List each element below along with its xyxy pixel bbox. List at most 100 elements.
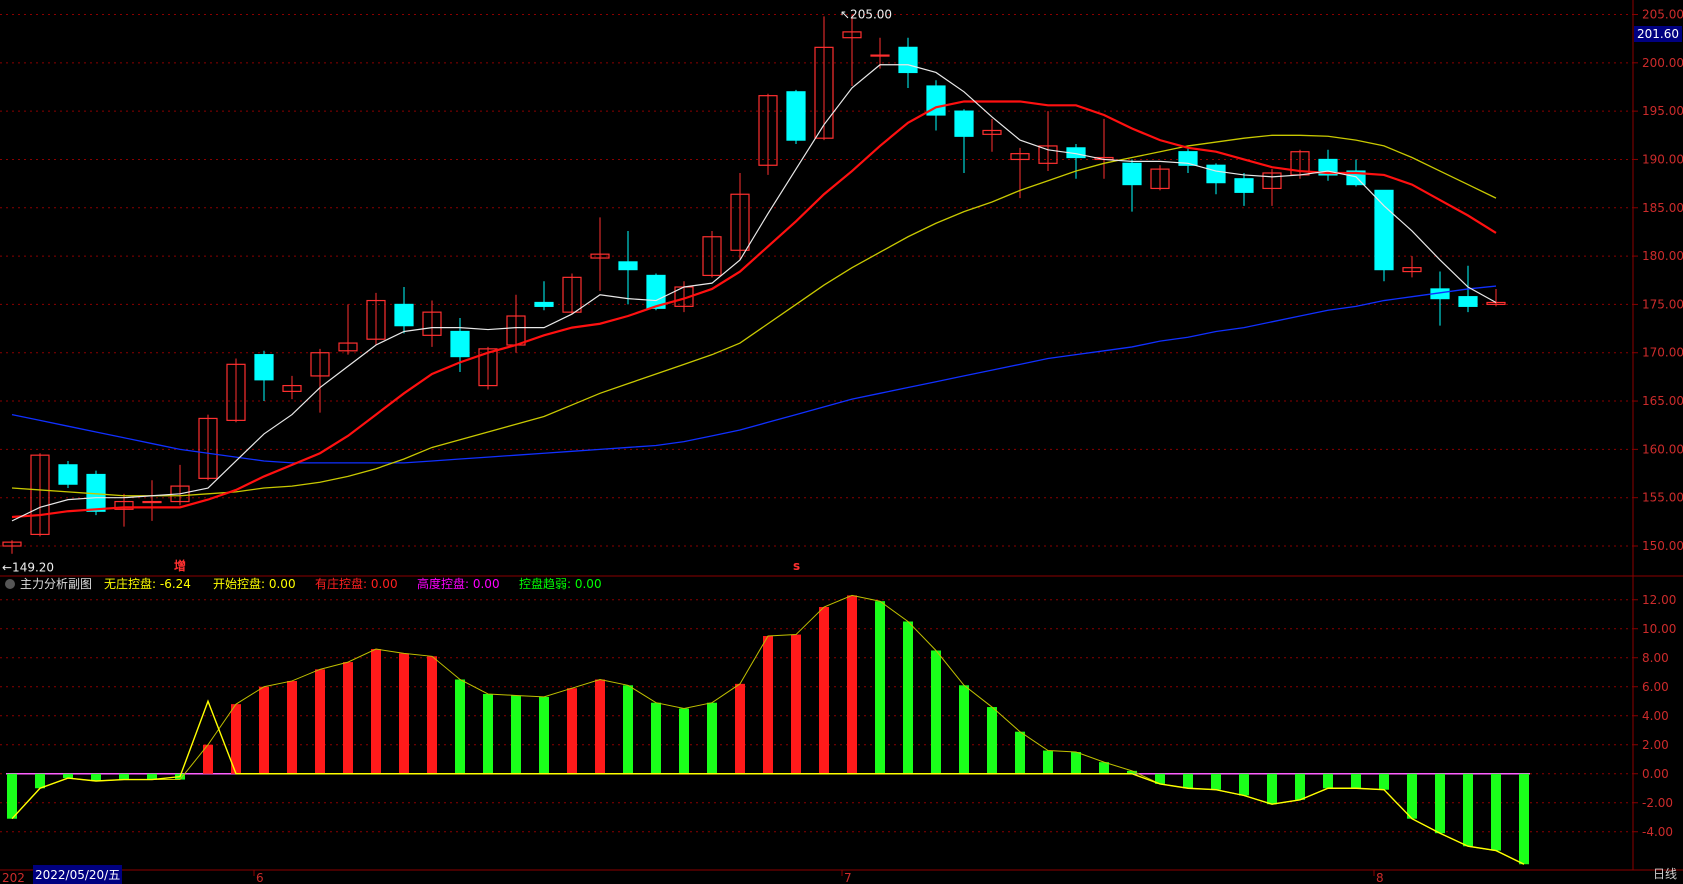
price-tick-label: 190.00	[1642, 152, 1683, 166]
candle-up	[142, 500, 162, 504]
candle-down	[1122, 162, 1142, 186]
sub-bar-red	[399, 653, 409, 774]
sub-bar-green	[91, 773, 101, 781]
price-tick-label: 155.00	[1642, 491, 1683, 505]
sub-bar-red	[819, 607, 829, 774]
candle-down	[1374, 189, 1394, 271]
sub-bar-green	[651, 702, 661, 774]
sub-tick-label: 12.00	[1642, 593, 1676, 607]
sub-tick-label: 0.00	[1642, 767, 1669, 781]
candle-down	[646, 274, 666, 309]
sub-bar-green	[987, 707, 997, 774]
candle-up	[870, 54, 890, 57]
sub-bar-green	[455, 679, 465, 774]
sub-bar-red	[315, 669, 325, 774]
month-label: 8	[1376, 871, 1384, 884]
ma-line-yellow	[11, 134, 1497, 497]
price-tick-label: 200.00	[1642, 56, 1683, 70]
chart-canvas[interactable]: 205.00 200.00 195.00 190.00 185.00 180.00 175.…	[0, 0, 1683, 884]
sub-bar-green	[539, 696, 549, 774]
high-price-label: ↖205.00	[840, 7, 892, 21]
sub-bar-green	[1015, 731, 1025, 774]
candle-down	[254, 354, 274, 381]
price-tick-label: 160.00	[1642, 442, 1683, 456]
sub-tick-label: -2.00	[1642, 796, 1673, 810]
month-label: 6	[256, 871, 264, 884]
sub-tick-label: 4.00	[1642, 709, 1669, 723]
sub-bar-red	[567, 688, 577, 774]
candle-down	[1234, 178, 1254, 193]
sub-bar-red	[287, 680, 297, 774]
candle-down	[1206, 164, 1226, 184]
sub-bar-green	[1239, 773, 1249, 796]
sub-tick-label: 10.00	[1642, 622, 1676, 636]
candle-down	[450, 330, 470, 358]
sub-bar-red	[259, 686, 269, 774]
sub-bar-green	[1183, 773, 1193, 789]
sub-bar-green	[931, 650, 941, 774]
sub-bar-green	[483, 694, 493, 774]
price-tick-label: 185.00	[1642, 201, 1683, 215]
sub-bar-green	[903, 621, 913, 774]
marker-s: s	[793, 559, 800, 573]
sub-bar-red	[595, 679, 605, 774]
candle-down	[618, 261, 638, 271]
price-tick-label: 150.00	[1642, 539, 1683, 553]
sub-bar-green	[1267, 773, 1277, 805]
sub-bar-red	[343, 662, 353, 774]
sub-bar-green	[875, 601, 885, 774]
current-price-tag: 201.60	[1634, 26, 1682, 42]
sub-panel-title: 主力分析副图	[20, 577, 92, 591]
candle-down	[954, 110, 974, 137]
indicator-readout: 有庄控盘: 0.00	[315, 576, 398, 591]
indicator-readout: 开始控盘: 0.00	[213, 576, 296, 591]
sub-bar-green	[119, 773, 129, 780]
ma-line-white	[11, 64, 1497, 522]
candle-down	[786, 91, 806, 141]
candle-down	[534, 301, 554, 307]
marker-zeng: 增	[174, 558, 186, 573]
sub-bar-green	[1491, 773, 1501, 851]
sub-bar-green	[959, 685, 969, 774]
price-tick-label: 170.00	[1642, 346, 1683, 360]
price-tick-label: 165.00	[1642, 394, 1683, 408]
price-tick-label: 195.00	[1642, 104, 1683, 118]
sub-bar-green	[1407, 773, 1417, 819]
sub-tick-label: -4.00	[1642, 825, 1673, 839]
sub-tick-label: 8.00	[1642, 651, 1669, 665]
sub-bar-red	[847, 595, 857, 774]
x-axis-left-label: 202	[2, 871, 25, 884]
sub-bar-green	[1323, 773, 1333, 789]
sub-bar-red	[371, 649, 381, 774]
indicator-readout: 高度控盘: 0.00	[417, 576, 500, 591]
sub-tick-label: 6.00	[1642, 680, 1669, 694]
sub-bar-green	[707, 702, 717, 774]
sub-bar-green	[1071, 752, 1081, 774]
collapse-icon	[5, 579, 15, 589]
candle-down	[58, 464, 78, 485]
sub-bar-green	[1379, 773, 1389, 790]
sub-bar-red	[791, 634, 801, 774]
sub-bar-red	[763, 636, 773, 774]
price-tick-label: 180.00	[1642, 249, 1683, 263]
month-label: 7	[844, 871, 852, 884]
sub-bar-red	[735, 683, 745, 774]
sub-bar-red	[427, 656, 437, 774]
sub-bar-green	[35, 773, 45, 789]
sub-bar-green	[623, 685, 633, 774]
sub-bar-green	[1519, 773, 1529, 865]
sub-bar-green	[1211, 773, 1221, 790]
period-label[interactable]: 日线	[1653, 865, 1677, 882]
sub-bar-green	[1463, 773, 1473, 847]
price-tick-label: 205.00	[1642, 7, 1683, 21]
sub-panel-header: 主力分析副图 无庄控盘: -6.24 开始控盘: 0.00 有庄控盘: 0.00 高度控…	[5, 576, 602, 591]
sub-bar-green	[1099, 762, 1109, 774]
candle-down	[1458, 296, 1478, 307]
ma-line-red	[11, 100, 1497, 519]
sub-bar-green	[1351, 773, 1361, 789]
low-price-label: ←149.20	[2, 561, 54, 575]
sub-bar-green	[1295, 773, 1305, 800]
sub-bar-green	[1043, 750, 1053, 774]
ma-line-blue	[11, 285, 1497, 464]
candle-down	[394, 303, 414, 327]
